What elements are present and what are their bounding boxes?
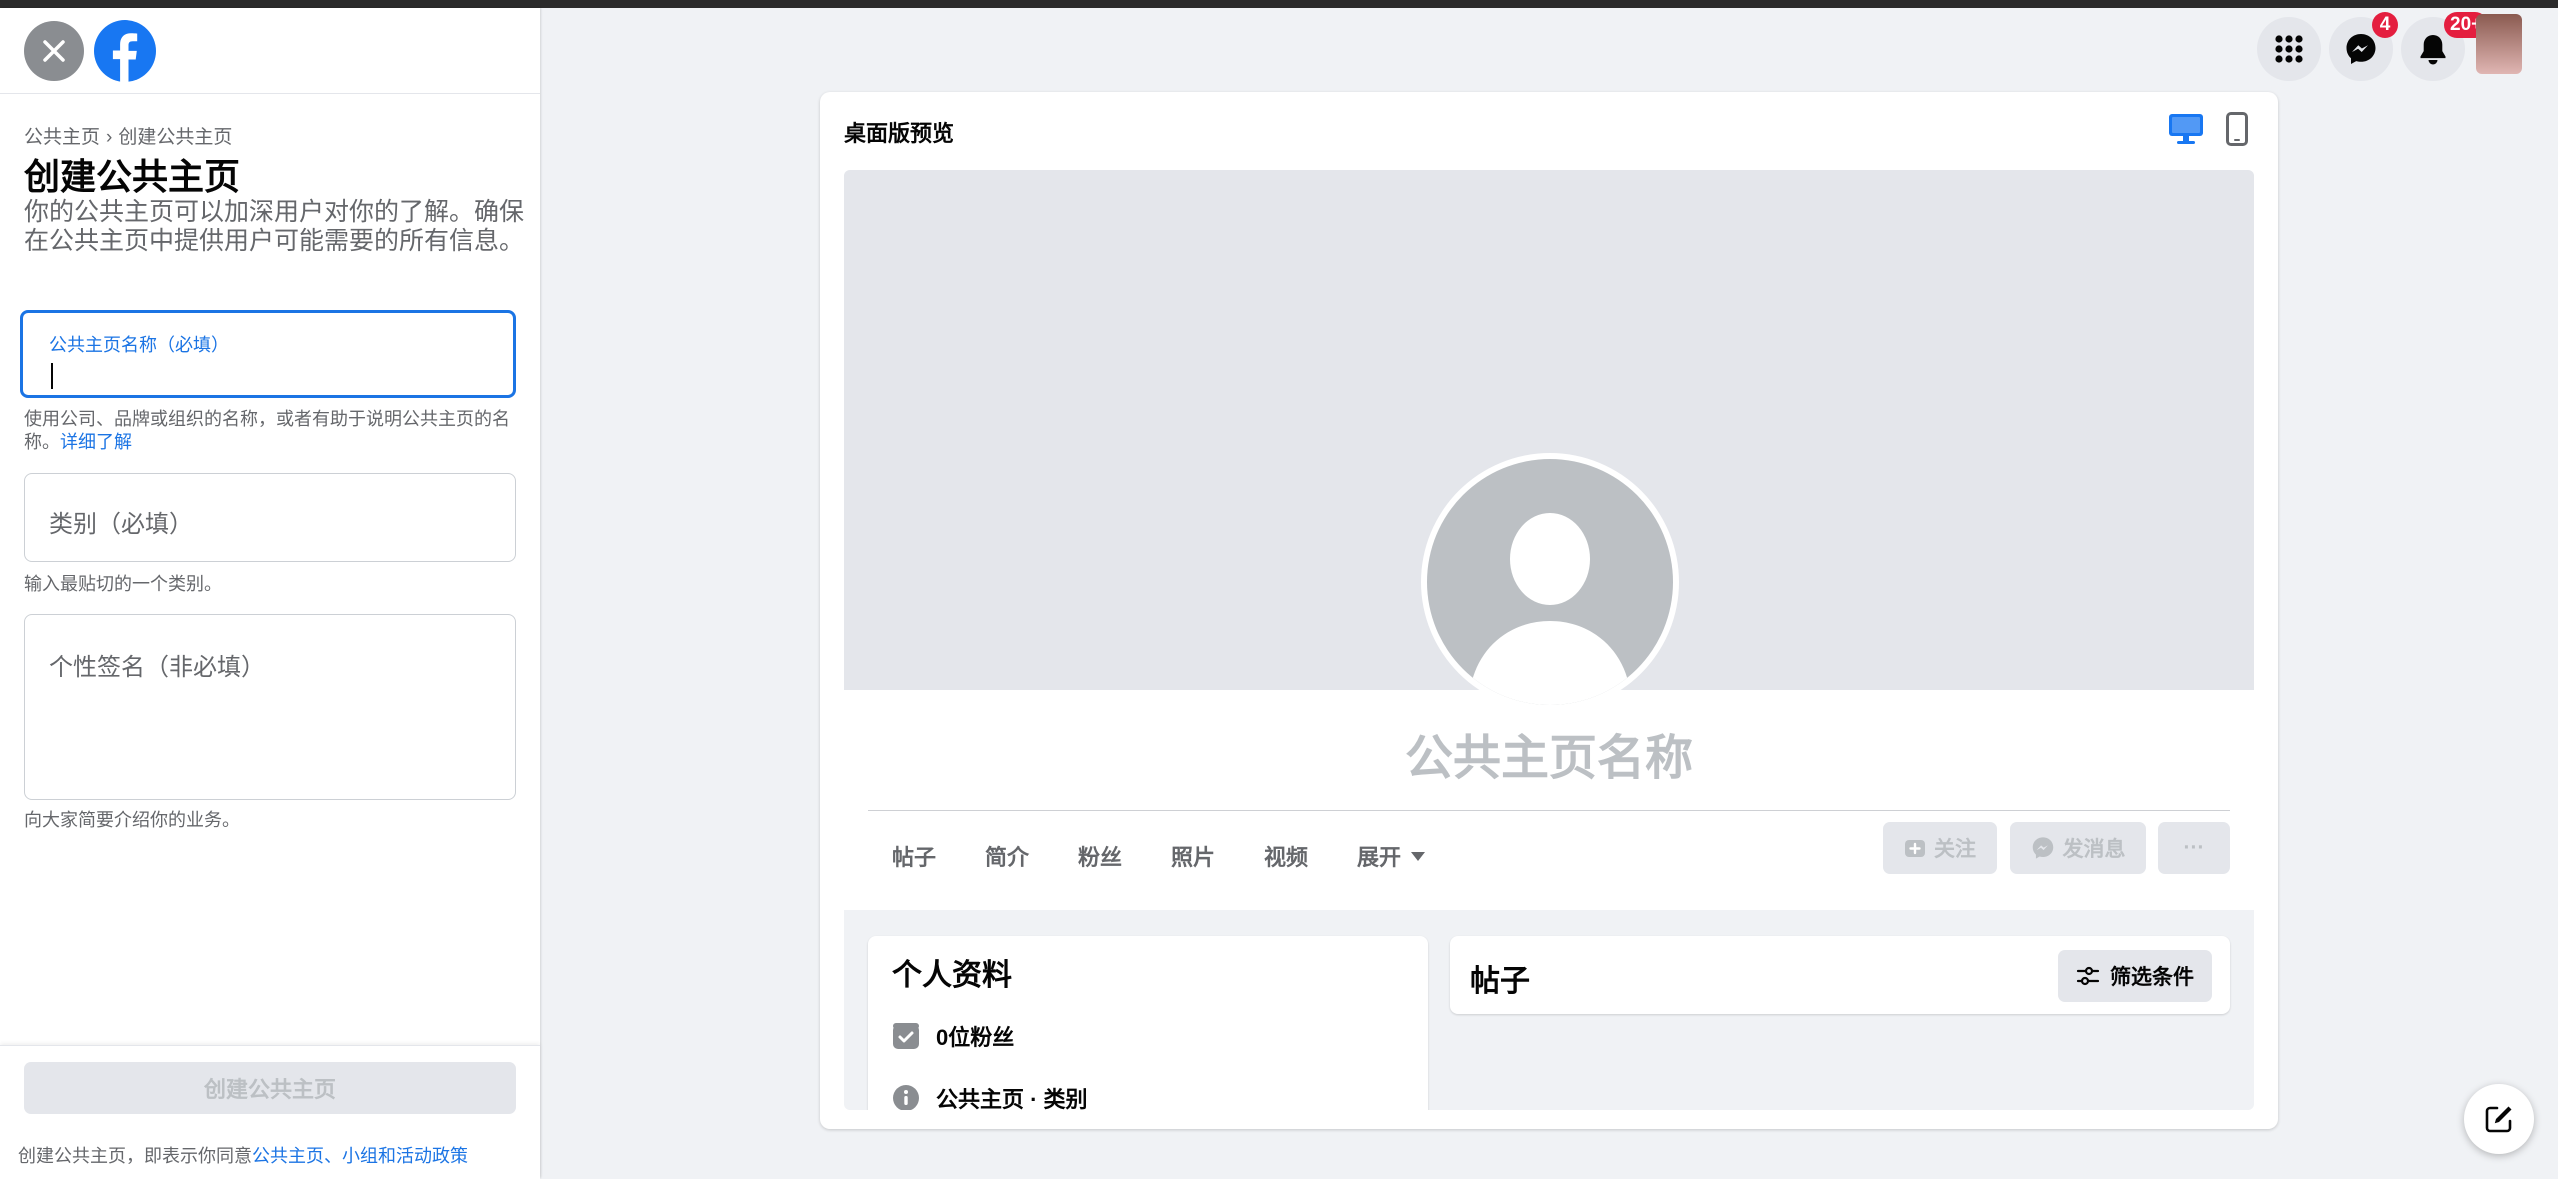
posts-card: 帖子 筛选条件 [1450,936,2230,1014]
message-button[interactable]: 发消息 [2010,822,2146,874]
desktop-icon[interactable] [2168,112,2204,146]
category-row: 公共主页 · 类别 [892,1082,1088,1110]
breadcrumb-create-page: 创建公共主页 [118,127,233,148]
terms-text: 创建公共主页，即表示你同意公共主页、小组和活动政策 [18,1142,468,1168]
bio-help: 向大家简要介绍你的业务。 [24,810,240,830]
tab-videos[interactable]: 视频 [1264,840,1308,872]
learn-more-link[interactable]: 详细了解 [60,432,132,452]
mobile-icon[interactable] [2226,112,2248,146]
more-options-button[interactable]: ··· [2158,822,2230,874]
policy-link[interactable]: 公共主页、小组和活动政策 [252,1146,468,1166]
header-divider [868,810,2230,811]
sidebar-footer: 创建公共主页 创建公共主页，即表示你同意公共主页、小组和活动政策 [0,1045,540,1179]
tab-followers[interactable]: 粉丝 [1078,840,1122,872]
followers-icon [893,1023,919,1049]
window-top-strip [0,0,2558,8]
follow-icon [1905,840,1925,857]
page-preview: 公共主页名称 帖子 简介 粉丝 照片 视频 展开 关注 发消息 ··· 个人资料… [844,170,2254,1110]
menu-grid-icon [2275,35,2303,63]
messenger-badge: 4 [2372,12,2398,38]
menu-button[interactable] [2257,17,2321,81]
tab-about[interactable]: 简介 [985,840,1029,872]
breadcrumb-pages[interactable]: 公共主页 [24,127,100,148]
filter-button[interactable]: 筛选条件 [2058,950,2212,1002]
text-caret [51,363,53,389]
page-title: 创建公共主页 [24,156,241,197]
tab-more[interactable]: 展开 [1357,840,1426,872]
page-name-input[interactable]: 公共主页名称（必填） [20,310,516,398]
tab-more-label: 展开 [1357,845,1402,870]
posts-title: 帖子 [1470,965,1530,998]
sidebar-header [0,8,540,94]
tab-posts[interactable]: 帖子 [892,840,936,872]
messenger-icon [2346,34,2376,64]
intro-title: 个人资料 [892,959,1012,992]
bio-placeholder: 个性签名（非必填） [49,654,265,681]
create-page-button[interactable]: 创建公共主页 [24,1062,516,1114]
tab-photos[interactable]: 照片 [1171,840,1215,872]
info-icon [893,1085,919,1110]
page-name-help: 使用公司、品牌或组织的名称，或者有助于说明公共主页的名称。详细了解 [24,408,524,454]
page-name-label: 公共主页名称（必填） [49,335,229,355]
category-placeholder: 类别（必填） [49,511,193,538]
preview-page-name: 公共主页名称 [1404,732,1693,785]
intro-card: 个人资料 0位粉丝 公共主页 · 类别 [868,936,1428,1110]
breadcrumb-separator: › [106,127,113,148]
followers-count: 0位粉丝 [936,1025,1015,1050]
close-icon [43,40,65,62]
terms-prefix: 创建公共主页，即表示你同意 [18,1146,252,1166]
facebook-logo[interactable] [94,20,156,82]
account-avatar[interactable] [2476,14,2522,74]
compose-icon [2485,1106,2512,1133]
message-label: 发消息 [2062,838,2126,861]
new-message-button[interactable] [2464,1084,2534,1154]
caret-down-icon [1411,851,1426,861]
profile-picture [1421,453,1679,711]
default-avatar-icon [1469,513,1631,705]
breadcrumb: 公共主页 › 创建公共主页 [24,122,232,149]
filter-label: 筛选条件 [2110,966,2194,989]
bio-textarea[interactable]: 个性签名（非必填） [24,614,516,800]
category-input[interactable]: 类别（必填） [24,473,516,562]
close-button[interactable] [24,21,84,81]
desktop-preview-card: 桌面版预览 公共主页名称 帖子 简介 粉丝 照片 视频 展开 关注 发消息 ··… [820,92,2278,1129]
page-description: 你的公共主页可以加深用户对你的了解。确保在公共主页中提供用户可能需要的所有信息。 [24,198,525,255]
create-page-sidebar: 公共主页 › 创建公共主页 创建公共主页 你的公共主页可以加深用户对你的了解。确保在… [0,8,540,1179]
filter-icon [2076,966,2100,986]
follow-label: 关注 [1934,838,1976,861]
category-text: 公共主页 · 类别 [936,1087,1088,1110]
followers-row: 0位粉丝 [892,1020,1014,1052]
follow-button[interactable]: 关注 [1883,822,1997,874]
preview-title: 桌面版预览 [844,121,955,146]
category-help: 输入最贴切的一个类别。 [24,574,222,594]
messenger-icon [2032,837,2053,859]
bell-icon [2420,35,2446,65]
